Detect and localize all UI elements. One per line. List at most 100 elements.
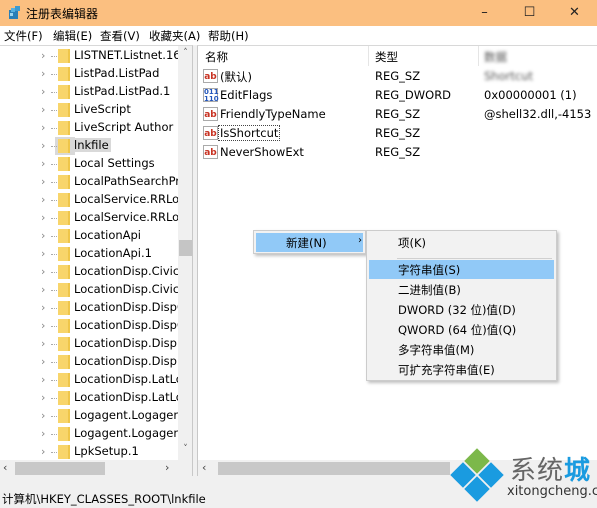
submenu-item-dword-value[interactable]: DWORD (32 位)值(D) (369, 300, 554, 319)
expand-chevron-icon[interactable]: › (41, 445, 45, 458)
value-name: EditFlags (220, 88, 273, 102)
expand-chevron-icon[interactable]: › (41, 103, 45, 116)
tree-item-label: LocalPathSearchPro (74, 174, 187, 188)
minimize-button[interactable]: – (462, 0, 507, 26)
tree-item[interactable]: › Logagent.Logagent (0, 407, 185, 425)
tree-item[interactable]: › ListPad.ListPad (0, 65, 178, 83)
column-header-data[interactable]: 数据 (484, 49, 507, 65)
submenu-item-key[interactable]: 项(K) (369, 233, 554, 252)
menu-help[interactable]: 帮助(H) (208, 28, 249, 44)
submenu-item-expandable-string-value[interactable]: 可扩充字符串值(E) (369, 360, 554, 379)
column-header-type[interactable]: 类型 (375, 49, 398, 65)
expand-chevron-icon[interactable]: › (41, 229, 45, 242)
close-button[interactable]: ✕ (552, 0, 597, 26)
key-tree[interactable]: › LISTNET.Listnet.16 › ListPad.ListPad › List… (0, 45, 193, 476)
expand-chevron-icon[interactable]: › (41, 67, 45, 80)
expand-chevron-icon[interactable]: › (41, 139, 45, 152)
tree-item[interactable]: › LocationDisp.DispCi (0, 317, 188, 335)
list-horizontal-scroll-thumb[interactable] (218, 462, 450, 475)
tree-connector-line (51, 56, 57, 57)
tree-item[interactable]: › LocationDisp.LatLor (0, 389, 188, 407)
tree-item[interactable]: › LISTNET.Listnet.16 (0, 47, 181, 65)
column-divider[interactable] (368, 46, 369, 66)
expand-chevron-icon[interactable]: › (41, 319, 45, 332)
expand-chevron-icon[interactable]: › (41, 121, 45, 134)
expand-chevron-icon[interactable]: › (41, 211, 45, 224)
value-row[interactable]: 011 110 EditFlags REG_DWORD 0x00000001 (1) (198, 86, 597, 105)
scroll-right-icon[interactable]: › (165, 461, 169, 474)
tree-vertical-scroll-thumb[interactable] (179, 240, 192, 256)
menu-file[interactable]: 文件(F) (4, 28, 43, 44)
tree-item[interactable]: › LpkSetup.1 (0, 443, 178, 461)
scroll-left-icon[interactable]: ‹ (3, 461, 7, 474)
tree-connector-line (51, 362, 57, 363)
tree-item[interactable]: › LocationDisp.DispLa (0, 335, 190, 353)
tree-item[interactable]: › LocationDisp.CivicA (0, 263, 187, 281)
menu-view[interactable]: 查看(V) (100, 28, 140, 44)
tree-item[interactable]: › LocationDisp.LatLor (0, 371, 188, 389)
tree-item[interactable]: › LocalService.RRLoca (0, 191, 192, 209)
tree-item-label: LocationDisp.LatLor (74, 372, 188, 386)
tree-item[interactable]: › LocationDisp.DispLa (0, 353, 190, 371)
title-bar: 注册表编辑器 – ☐ ✕ (0, 0, 597, 26)
tree-connector-line (51, 380, 57, 381)
submenu-item-multi-string-value[interactable]: 多字符串值(M) (369, 340, 554, 359)
tree-item[interactable]: › Logagent.Logagent (0, 425, 185, 443)
expand-chevron-icon[interactable]: › (41, 427, 45, 440)
tree-item-label: LocationApi.1 (74, 246, 152, 260)
expand-chevron-icon[interactable]: › (41, 265, 45, 278)
menu-item-new[interactable]: 新建(N) › (256, 233, 363, 252)
tree-item[interactable]: › LocationApi (0, 227, 178, 245)
expand-chevron-icon[interactable]: › (41, 247, 45, 260)
expand-chevron-icon[interactable]: › (41, 49, 45, 62)
menu-separator (397, 258, 552, 259)
tree-item[interactable]: › LocationApi.1 (0, 245, 178, 263)
value-row[interactable]: ab IsShortcut REG_SZ (198, 124, 597, 143)
tree-horizontal-scroll-thumb[interactable] (15, 462, 105, 475)
tree-connector-line (51, 398, 57, 399)
tree-item[interactable]: › LocalPathSearchPro (0, 173, 187, 191)
expand-chevron-icon[interactable]: › (41, 85, 45, 98)
expand-chevron-icon[interactable]: › (41, 301, 45, 314)
menu-favorites[interactable]: 收藏夹(A) (149, 28, 200, 44)
tree-horizontal-scrollbar[interactable]: ‹ › (0, 460, 192, 476)
tree-item[interactable]: › LocalService.RRLoca (0, 209, 192, 227)
tree-item-label: LocationDisp.DispLa (74, 336, 191, 350)
column-divider[interactable] (478, 46, 479, 66)
tree-vertical-scrollbar[interactable]: ˄ ˅ (178, 46, 192, 460)
submenu-item-binary-value[interactable]: 二进制值(B) (369, 280, 554, 299)
column-header-name[interactable]: 名称 (205, 49, 228, 65)
menu-edit[interactable]: 编辑(E) (53, 28, 92, 44)
tree-item[interactable]: › Local Settings (0, 155, 178, 173)
expand-chevron-icon[interactable]: › (41, 193, 45, 206)
folder-icon (58, 229, 70, 243)
expand-chevron-icon[interactable]: › (41, 157, 45, 170)
maximize-button[interactable]: ☐ (507, 0, 552, 26)
tree-connector-line (51, 182, 57, 183)
value-row[interactable]: ab FriendlyTypeName REG_SZ @shell32.dll,-41… (198, 105, 597, 124)
tree-item[interactable]: › LocationDisp.DispCi (0, 299, 188, 317)
scroll-up-icon[interactable]: ˄ (178, 48, 192, 58)
tree-item[interactable]: › lnkfile (0, 137, 178, 155)
expand-chevron-icon[interactable]: › (41, 175, 45, 188)
tree-item[interactable]: › ListPad.ListPad.1 (0, 83, 178, 101)
expand-chevron-icon[interactable]: › (41, 391, 45, 404)
expand-chevron-icon[interactable]: › (41, 373, 45, 386)
value-row[interactable]: ab (默认) REG_SZ Shortcut (198, 67, 597, 86)
scroll-down-icon[interactable]: ˅ (178, 444, 192, 454)
tree-item-label: LpkSetup.1 (74, 444, 139, 458)
expand-chevron-icon[interactable]: › (41, 283, 45, 296)
tree-item[interactable]: › LiveScript (0, 101, 178, 119)
submenu-item-qword-value[interactable]: QWORD (64 位)值(Q) (369, 320, 554, 339)
tree-item[interactable]: › LocationDisp.CivicA (0, 281, 187, 299)
expand-chevron-icon[interactable]: › (41, 337, 45, 350)
folder-icon (58, 301, 70, 315)
expand-chevron-icon[interactable]: › (41, 409, 45, 422)
submenu-item-string-value[interactable]: 字符串值(S) (369, 260, 554, 279)
tree-connector-line (51, 434, 57, 435)
scroll-left-icon[interactable]: ‹ (202, 461, 206, 474)
tree-item[interactable]: › LiveScript Author (0, 119, 178, 137)
value-row[interactable]: ab NeverShowExt REG_SZ (198, 143, 597, 162)
value-data: Shortcut (484, 69, 533, 83)
expand-chevron-icon[interactable]: › (41, 355, 45, 368)
